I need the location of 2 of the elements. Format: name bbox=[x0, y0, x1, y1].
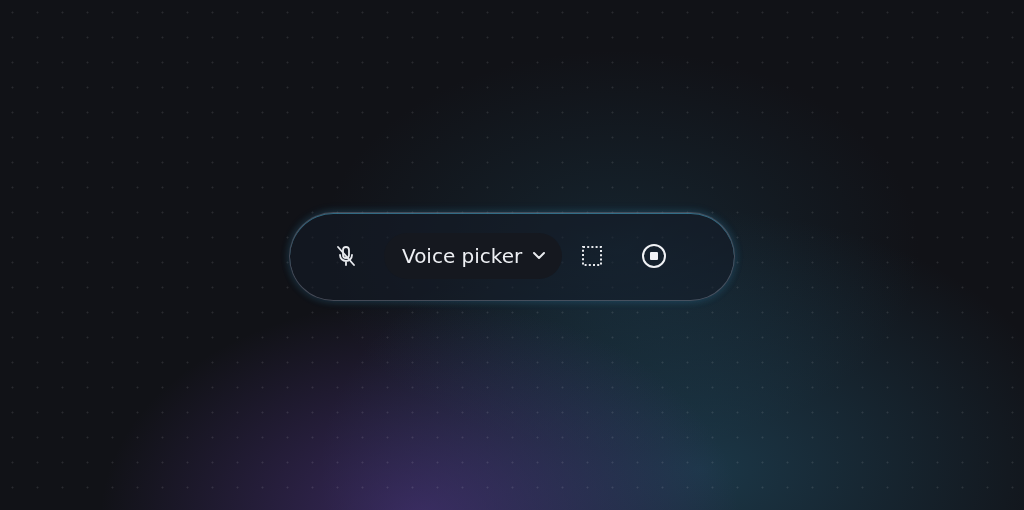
voice-picker-dropdown[interactable]: Voice picker bbox=[384, 233, 563, 279]
chevron-down-icon bbox=[532, 251, 547, 261]
